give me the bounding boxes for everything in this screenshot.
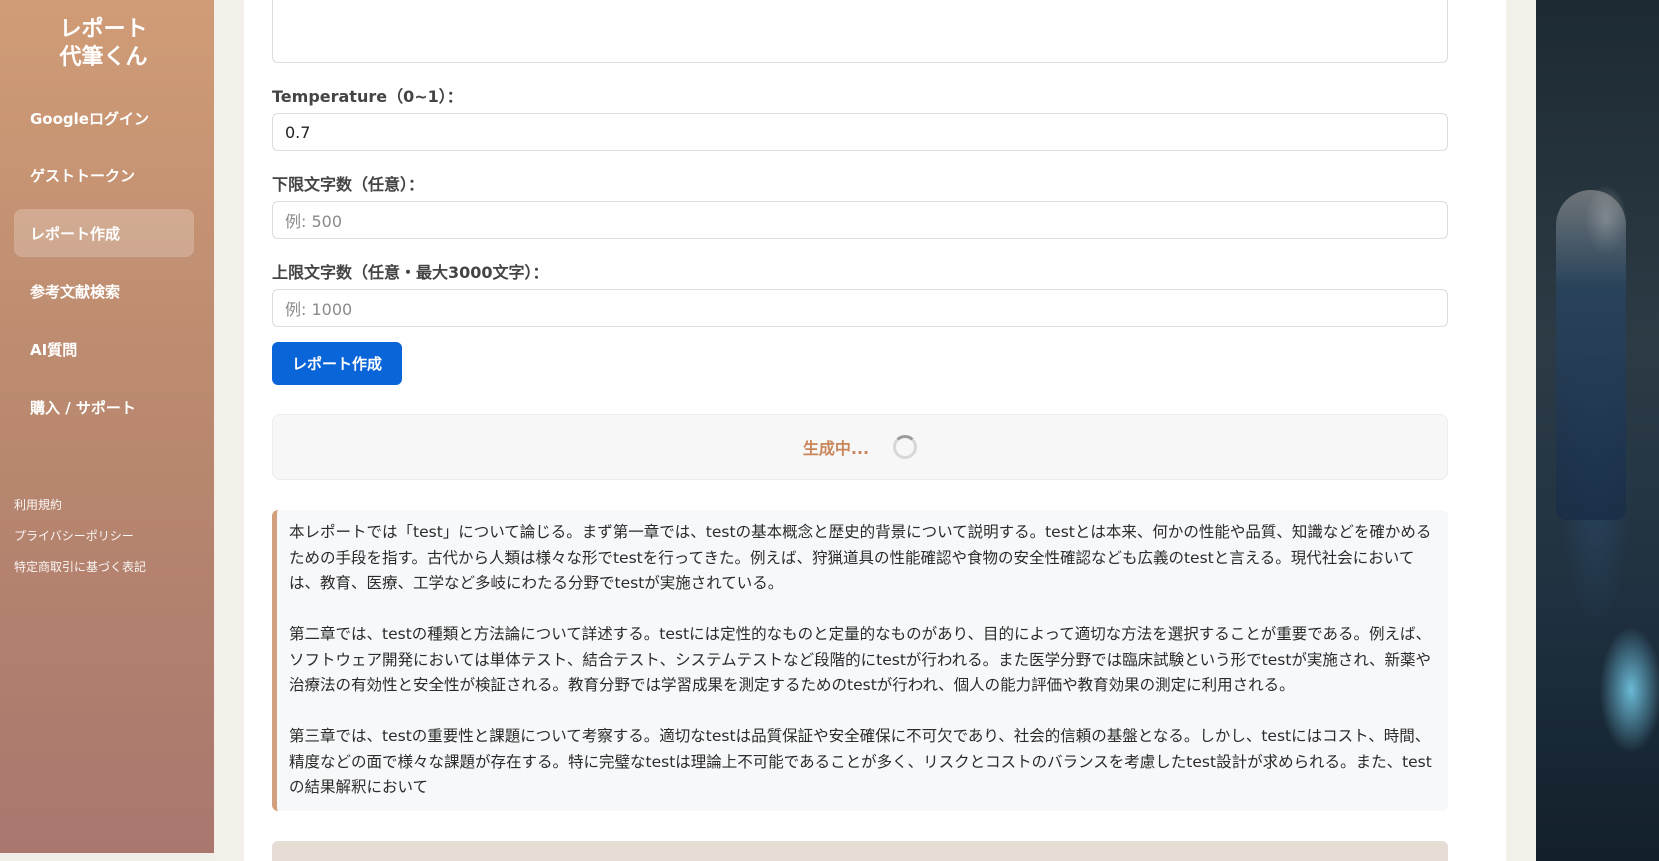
footer-link-commerce-law[interactable]: 特定商取引に基づく表記 (14, 558, 146, 575)
page-gutter-left (214, 0, 244, 861)
max-chars-input[interactable]: 例: 1000 (272, 289, 1448, 327)
page-gutter-right (1506, 0, 1536, 861)
temperature-input[interactable]: 0.7 (272, 113, 1448, 151)
temperature-label: Temperature（0~1）： (272, 87, 463, 106)
footer-link-terms[interactable]: 利用規約 (14, 496, 62, 513)
brand-line-1: レポート (59, 17, 148, 42)
report-form-card: Temperature（0~1）： 0.7 下限文字数（任意）： 例: 500 … (244, 0, 1506, 861)
sidebar-bottom-edge (0, 853, 214, 861)
sidebar: レポート 代筆くん Googleログイン ゲストトークン レポート作成 参考文献… (0, 0, 214, 853)
report-output: 本レポートでは「test」について論じる。まず第一章では、testの基本概念と歴… (272, 510, 1448, 811)
theme-textarea[interactable] (272, 0, 1448, 63)
status-text: 生成中... (802, 439, 870, 458)
create-report-button[interactable]: レポート作成 (272, 342, 402, 385)
sidebar-item-label: 参考文献検索 (30, 282, 121, 301)
app-root: レポート 代筆くん Googleログイン ゲストトークン レポート作成 参考文献… (0, 0, 1659, 861)
brand-logo[interactable]: レポート 代筆くん (0, 16, 207, 72)
report-paragraph-3: 第三章では、testの重要性と課題について考察する。適切なtestは品質保証や安… (289, 727, 1432, 796)
next-section (272, 841, 1448, 861)
sidebar-item-label: レポート作成 (30, 224, 121, 243)
report-paragraph-1: 本レポートでは「test」について論じる。まず第一章では、testの基本概念と歴… (289, 523, 1432, 592)
sidebar-item-guest-token[interactable]: ゲストトークン (14, 151, 194, 199)
generation-status: 生成中... (272, 414, 1448, 480)
sidebar-item-ai-question[interactable]: AI質問 (14, 325, 194, 373)
sidebar-item-label: 購入 / サポート (30, 398, 136, 417)
min-chars-input[interactable]: 例: 500 (272, 201, 1448, 239)
sidebar-item-label: ゲストトークン (30, 166, 136, 185)
sidebar-item-google-login[interactable]: Googleログイン (14, 94, 194, 142)
footer-link-privacy[interactable]: プライバシーポリシー (14, 527, 134, 544)
brand-line-2: 代筆くん (59, 45, 148, 70)
sidebar-item-create-report[interactable]: レポート作成 (14, 209, 194, 257)
max-chars-label: 上限文字数（任意・最大3000文字）： (272, 263, 549, 282)
sidebar-item-label: AI質問 (30, 340, 78, 359)
sidebar-item-reference-search[interactable]: 参考文献検索 (14, 267, 194, 315)
background-photo-figure (1556, 190, 1626, 520)
sidebar-item-label: Googleログイン (30, 109, 149, 128)
loading-spinner-icon (893, 435, 918, 459)
report-paragraph-2: 第二章では、testの種類と方法論について詳述する。testには定性的なものと定… (289, 625, 1432, 694)
min-chars-label: 下限文字数（任意）： (272, 175, 425, 194)
sidebar-item-purchase-support[interactable]: 購入 / サポート (14, 383, 194, 431)
